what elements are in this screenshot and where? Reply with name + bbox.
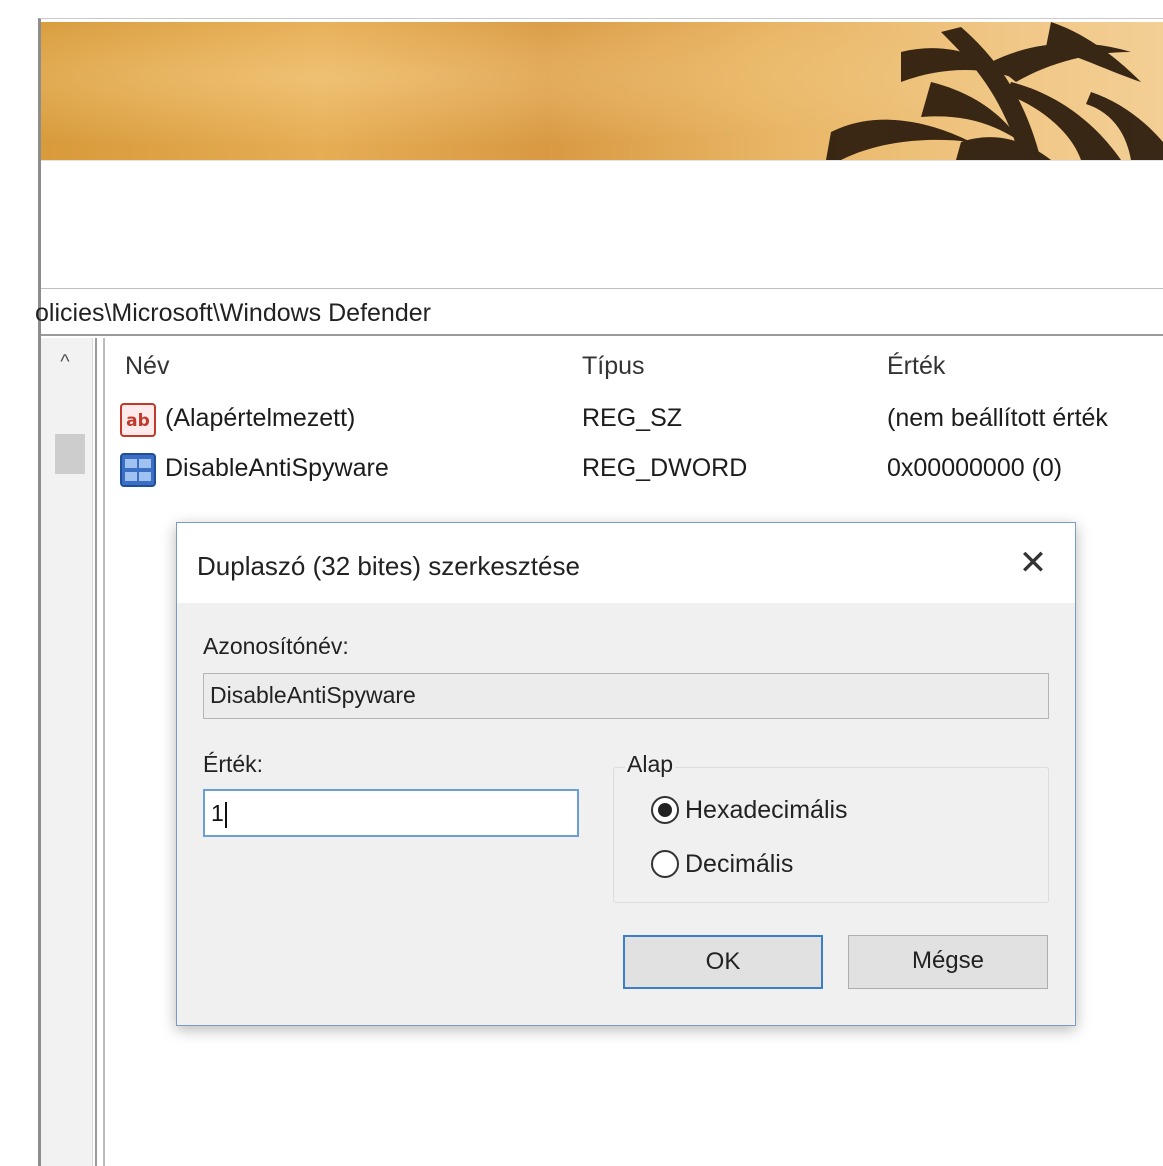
address-bar[interactable]: olicies\Microsoft\Windows Defender: [35, 288, 1163, 336]
cancel-button[interactable]: Mégse: [848, 935, 1048, 989]
list-item[interactable]: DisableAntiSpyware REG_DWORD 0x00000000 …: [107, 448, 1163, 492]
radio-decimal[interactable]: Decimális: [651, 849, 793, 879]
edit-dword-dialog: Duplaszó (32 bites) szerkesztése ✕ Azono…: [176, 522, 1076, 1026]
value-name: (Alapértelmezett): [165, 404, 356, 432]
pane-splitter[interactable]: [95, 338, 105, 1166]
value-data-input[interactable]: 1: [203, 789, 579, 837]
column-header-name[interactable]: Név: [125, 352, 169, 381]
radio-decimal-label: Decimális: [685, 849, 794, 878]
address-path: olicies\Microsoft\Windows Defender: [35, 299, 431, 327]
text-caret: [224, 801, 227, 828]
radio-hexadecimal-label: Hexadecimális: [685, 795, 848, 824]
list-item[interactable]: ab (Alapértelmezett) REG_SZ (nem beállít…: [107, 398, 1163, 442]
desktop-wallpaper-banner: [41, 22, 1163, 160]
close-icon[interactable]: ✕: [1011, 541, 1055, 585]
value-name-field: DisableAntiSpyware: [203, 673, 1049, 719]
radio-hexadecimal[interactable]: Hexadecimális: [651, 795, 848, 825]
value-name-label: Azonosítónév:: [203, 633, 349, 659]
dialog-title-bar[interactable]: Duplaszó (32 bites) szerkesztése ✕: [177, 523, 1075, 603]
ok-button[interactable]: OK: [623, 935, 823, 989]
radio-unselected-icon[interactable]: [651, 850, 679, 879]
base-label: Alap: [625, 751, 676, 778]
value-name: DisableAntiSpyware: [165, 454, 389, 482]
palm-tree-silhouette: [826, 22, 1163, 160]
value-type: REG_SZ: [582, 404, 683, 432]
column-header-value[interactable]: Érték: [887, 352, 945, 381]
string-value-icon: ab: [120, 403, 156, 437]
base-groupbox: [613, 767, 1049, 903]
value-data: 0x00000000 (0): [887, 454, 1063, 482]
value-data-text: 1: [211, 800, 224, 826]
ribbon-area: [41, 160, 1163, 289]
key-tree-pane[interactable]: ^: [41, 338, 93, 1166]
radio-selected-icon[interactable]: [651, 796, 679, 825]
scroll-up-icon[interactable]: ^: [55, 352, 75, 372]
svg-text:ab: ab: [126, 411, 150, 431]
tree-scrollbar-thumb[interactable]: [55, 434, 85, 474]
dword-value-icon: [120, 453, 156, 487]
value-type: REG_DWORD: [582, 454, 748, 482]
value-data: (nem beállított érték: [887, 404, 1108, 432]
value-data-label: Érték:: [203, 751, 264, 777]
column-header-type[interactable]: Típus: [582, 352, 645, 381]
dialog-title: Duplaszó (32 bites) szerkesztése: [197, 551, 580, 581]
